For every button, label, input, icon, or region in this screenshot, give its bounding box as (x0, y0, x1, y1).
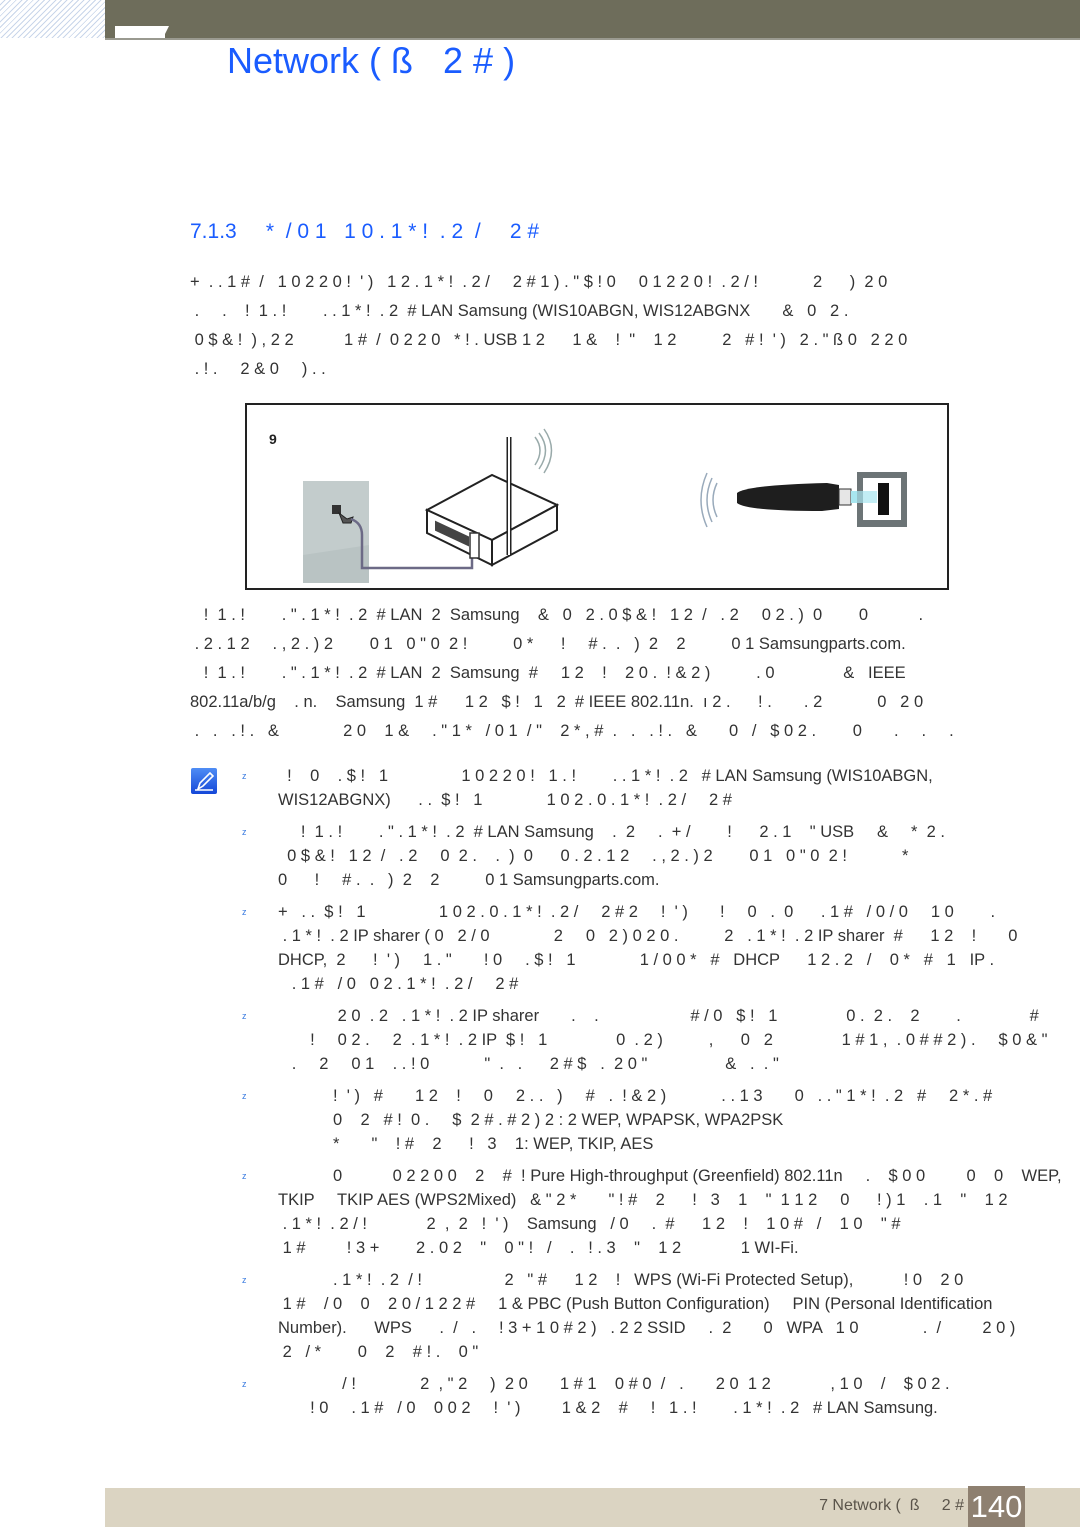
note-line: 1 # / 0 0 2 0 / 1 2 2 # 1 & PBC (Push Bu… (278, 1295, 993, 1313)
bullet-icon: z (242, 907, 247, 917)
note-line: 2 / * 0 2 # ! . 0 " (278, 1343, 479, 1361)
note-pencil-icon (191, 768, 217, 794)
note-item: z . 1 * ! . 2 / ! 2 " # 1 2 ! WPS (Wi-Fi… (240, 1268, 1040, 1364)
note-line: ! 1 . ! . " . 1 * ! . 2 # LAN Samsung . … (278, 823, 945, 841)
chapter-number-glyph (115, 26, 169, 38)
note-item: z + . . $ ! 1 1 0 2 . 0 . 1 * ! . 2 / 2 … (240, 900, 1040, 996)
paragraph-line: ! 1 . ! . " . 1 * ! . 2 # LAN 2 Samsung … (190, 606, 924, 624)
bullet-icon: z (242, 1091, 247, 1101)
section-heading: 7.1.3 * / 0 1 1 0 . 1 * ! . 2 / 2 # (190, 220, 540, 243)
paragraph-line: 802.11a/b/g . n. Samsung 1 # 1 2 $ ! 1 2… (190, 693, 924, 711)
header-bar (105, 0, 1080, 40)
bullet-icon: z (242, 771, 247, 781)
note-line: . 1 * ! . 2 / ! 2 , 2 ! ' ) Samsung / 0 … (278, 1215, 901, 1233)
page-title: Network ( ß 2 # ) (227, 40, 516, 81)
note-item: z / ! 2 , " 2 ) 2 0 1 # 1 0 # 0 / . 2 0 … (240, 1372, 1040, 1420)
network-connection-figure: 9 (245, 403, 949, 590)
bullet-icon: z (242, 1011, 247, 1021)
page-number: 140 (968, 1486, 1025, 1527)
note-item: z ! ' ) # 1 2 ! 0 2 . . ) # . ! & 2 ) . … (240, 1084, 1040, 1156)
paragraph-line: . ! . 2 & 0 ) . . (190, 360, 326, 378)
note-line: WIS12ABGNX) . . $ ! 1 1 0 2 . 0 . 1 * ! … (278, 791, 732, 809)
notes-list: z ! 0 . $ ! 1 1 0 2 2 0 ! 1 . ! . . 1 * … (240, 764, 1062, 1428)
note-line: ! 0 . 1 # / 0 0 0 2 ! ' ) 1 & 2 # ! 1 . … (278, 1399, 938, 1417)
bullet-icon: z (242, 827, 247, 837)
note-line: 0 2 # ! 0 . $ 2 # . # 2 ) 2 : 2 WEP, WPA… (278, 1111, 784, 1129)
note-line: * " ! # 2 ! 3 1: WEP, TKIP, AES (278, 1135, 654, 1153)
wireless-lan-adapter-icon (737, 483, 871, 511)
intro-paragraph: + . . 1 # / 1 0 2 2 0 ! ' ) 1 2 . 1 * ! … (190, 268, 1030, 384)
note-line: + . . $ ! 1 1 0 2 . 0 . 1 * ! . 2 / 2 # … (278, 903, 996, 921)
bullet-icon: z (242, 1379, 247, 1389)
note-item: z ! 0 . $ ! 1 1 0 2 2 0 ! 1 . ! . . 1 * … (240, 764, 1040, 812)
wireless-router-icon (424, 428, 560, 567)
note-line: DHCP, 2 ! ' ) 1 . " ! 0 . $ ! 1 1 / 0 0 … (278, 951, 995, 969)
note-line: / ! 2 , " 2 ) 2 0 1 # 1 0 # 0 / . 2 0 1 … (278, 1375, 950, 1393)
header-hatch-decoration (0, 0, 105, 38)
note-line: ! 0 . $ ! 1 1 0 2 2 0 ! 1 . ! . . 1 * ! … (278, 767, 933, 785)
note-line: 0 0 2 2 0 0 2 # ! Pure High-throughput (… (278, 1167, 1062, 1185)
figure-illustration (303, 428, 907, 583)
note-item: z 0 0 2 2 0 0 2 # ! Pure High-throughput… (240, 1164, 1062, 1260)
note-line: ! ' ) # 1 2 ! 0 2 . . ) # . ! & 2 ) . . … (278, 1087, 993, 1105)
paragraph-line: 0 $ & ! ) , 2 2 1 # / 0 2 2 0 * ! . USB … (190, 331, 908, 349)
note-line: ! 0 2 . 2 . 1 * ! . 2 IP $ ! 1 0 . 2 ) ,… (278, 1031, 1048, 1049)
body-paragraph: ! 1 . ! . " . 1 * ! . 2 # LAN 2 Samsung … (190, 601, 1030, 746)
paragraph-line: . . ! 1 . ! . . 1 * ! . 2 # LAN Samsung … (190, 302, 849, 320)
paragraph-line: . . . ! . & 2 0 1 & . " 1 * / 0 1 / " 2 … (190, 722, 954, 740)
bullet-icon: z (242, 1171, 247, 1181)
note-line: Number). WPS . / . ! 3 + 1 0 # 2 ) . 2 2… (278, 1319, 1016, 1337)
note-line: . 1 * ! . 2 IP sharer ( 0 2 / 0 2 0 2 ) … (278, 927, 1018, 945)
usb-port-icon (851, 472, 907, 527)
note-item: z ! 1 . ! . " . 1 * ! . 2 # LAN Samsung … (240, 820, 1040, 892)
note-line: 2 0 . 2 . 1 * ! . 2 IP sharer . . # / 0 … (278, 1007, 1039, 1025)
note-line: . 1 # / 0 0 2 . 1 * ! . 2 / 2 # (278, 975, 519, 993)
wall-socket-icon (303, 481, 369, 583)
note-line: . 1 * ! . 2 / ! 2 " # 1 2 ! WPS (Wi-Fi P… (278, 1271, 964, 1289)
note-line: 0 $ & ! 1 2 / . 2 0 2 . . ) 0 0 . 2 . 1 … (278, 847, 909, 865)
paragraph-line: + . . 1 # / 1 0 2 2 0 ! ' ) 1 2 . 1 * ! … (190, 273, 888, 291)
note-line: 0 ! # . . ) 2 2 0 1 Samsungparts.com. (278, 871, 660, 889)
wireless-signal-icon (700, 472, 718, 528)
footer-bar: 7 Network ( ß 2 # (105, 1488, 1080, 1527)
note-line: 1 # ! 3 + 2 . 0 2 " 0 " ! / . ! . 3 " 1 … (278, 1239, 799, 1257)
note-item: z 2 0 . 2 . 1 * ! . 2 IP sharer . . # / … (240, 1004, 1048, 1076)
note-line: . 2 0 1 . . ! 0 " . . 2 # $ . 2 0 " & . … (278, 1055, 779, 1073)
bullet-icon: z (242, 1275, 247, 1285)
paragraph-line: . 2 . 1 2 . , 2 . ) 2 0 1 0 " 0 2 ! 0 * … (190, 635, 906, 653)
paragraph-line: ! 1 . ! . " . 1 * ! . 2 # LAN 2 Samsung … (190, 664, 906, 682)
footer-chapter-label: 7 Network ( ß 2 # (819, 1497, 964, 1514)
note-line: TKIP TKIP AES (WPS2Mixed) & " 2 * " ! # … (278, 1191, 1008, 1209)
